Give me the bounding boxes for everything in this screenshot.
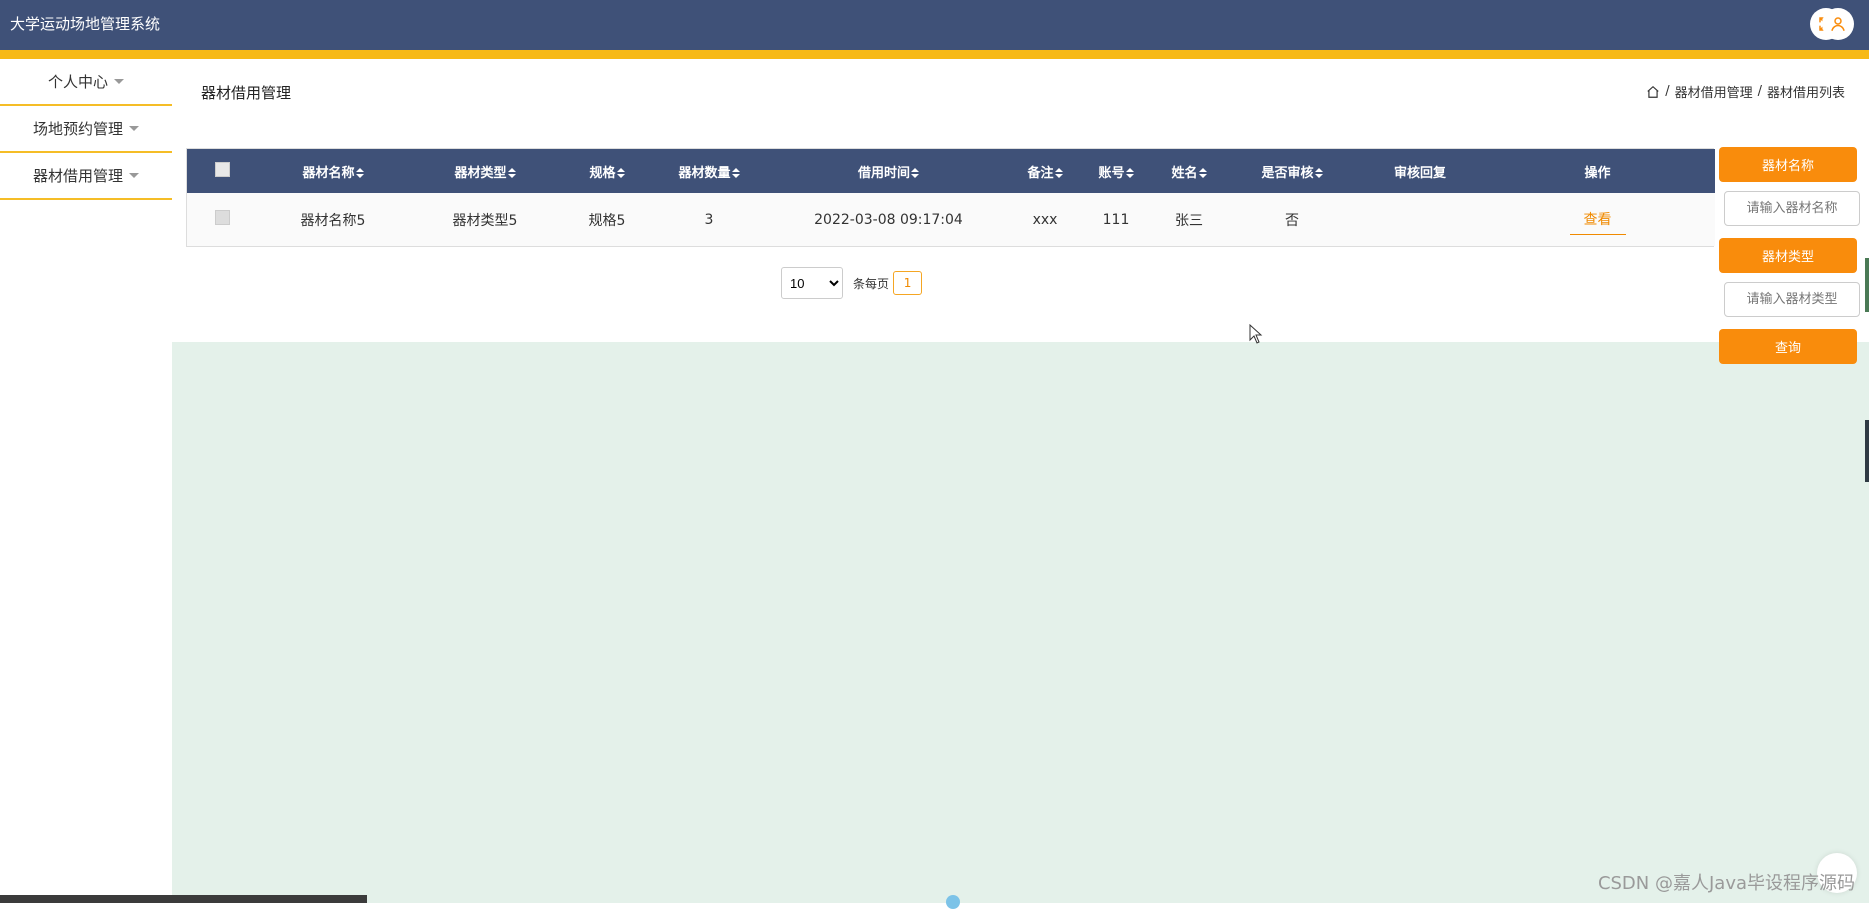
sort-icon	[508, 168, 516, 178]
caret-down-icon	[129, 173, 139, 178]
user-icon[interactable]	[1822, 8, 1854, 40]
sort-icon	[1199, 168, 1207, 178]
scroll-tab[interactable]	[1865, 258, 1869, 312]
scroll-tab[interactable]	[1865, 420, 1869, 482]
sort-icon	[1055, 168, 1063, 178]
floating-dot-icon[interactable]	[946, 895, 960, 909]
search-panel: 器材名称 器材类型 查询	[1719, 147, 1857, 373]
page-size-select[interactable]: 10	[781, 267, 843, 299]
column-header[interactable]: 姓名	[1154, 149, 1224, 193]
row-checkbox[interactable]	[215, 210, 230, 225]
data-table: 器材名称 器材类型 规格 器材数量 借用时间 备注 账号 姓名 是否审核 审核回…	[186, 148, 1714, 247]
sort-icon	[617, 168, 625, 178]
breadcrumb: / 器材借用管理 / 器材借用列表	[1646, 82, 1845, 101]
query-button[interactable]: 查询	[1719, 329, 1857, 364]
pagination: 10 条每页 1	[781, 267, 922, 299]
equipment-name-label: 器材名称	[1719, 147, 1857, 182]
equipment-name-input[interactable]	[1724, 191, 1860, 226]
column-header[interactable]: 备注	[1012, 149, 1078, 193]
column-header: 操作	[1480, 149, 1715, 193]
select-all-checkbox[interactable]	[215, 162, 230, 177]
page-number-current[interactable]: 1	[893, 271, 922, 295]
sidebar-item-personal-center[interactable]: 个人中心	[0, 59, 172, 106]
column-header[interactable]: 器材名称	[257, 149, 409, 193]
sidebar-item-label: 器材借用管理	[33, 165, 123, 186]
top-bar: 大学运动场地管理系统	[0, 0, 1869, 50]
column-header[interactable]: 借用时间	[765, 149, 1012, 193]
column-header[interactable]: 规格	[561, 149, 653, 193]
breadcrumb-item: 器材借用列表	[1767, 82, 1845, 101]
home-icon[interactable]	[1646, 85, 1660, 99]
view-button[interactable]: 查看	[1570, 204, 1626, 235]
cell-type: 器材类型5	[409, 193, 561, 246]
cell-account: 111	[1078, 193, 1154, 246]
cell-quantity: 3	[653, 193, 765, 246]
cell-spec: 规格5	[561, 193, 653, 246]
table-header-row: 器材名称 器材类型 规格 器材数量 借用时间 备注 账号 姓名 是否审核 审核回…	[187, 149, 1715, 193]
cell-person: 张三	[1154, 193, 1224, 246]
cell-borrow-time: 2022-03-08 09:17:04	[765, 193, 1012, 246]
sidebar: 个人中心 场地预约管理 器材借用管理	[0, 59, 172, 200]
cell-remark: xxx	[1012, 193, 1078, 246]
sort-icon	[911, 168, 919, 178]
watermark: CSDN @嘉人Java毕设程序源码	[1598, 869, 1855, 895]
equipment-type-label: 器材类型	[1719, 238, 1857, 273]
caret-down-icon	[114, 79, 124, 84]
column-header[interactable]: 器材类型	[409, 149, 561, 193]
page-title: 器材借用管理	[201, 82, 291, 103]
column-header[interactable]: 器材数量	[653, 149, 765, 193]
cell-reply	[1360, 193, 1480, 246]
table-row: 器材名称5 器材类型5 规格5 3 2022-03-08 09:17:04 xx…	[187, 193, 1715, 246]
cell-name: 器材名称5	[257, 193, 409, 246]
caret-down-icon	[129, 126, 139, 131]
equipment-type-input[interactable]	[1724, 282, 1860, 317]
cell-reviewed: 否	[1224, 193, 1360, 246]
per-page-label: 条每页	[853, 275, 889, 292]
content-background	[172, 342, 1869, 903]
sidebar-item-equipment-borrowing[interactable]: 器材借用管理	[0, 153, 172, 200]
sidebar-item-venue-booking[interactable]: 场地预约管理	[0, 106, 172, 153]
sidebar-item-label: 场地预约管理	[33, 118, 123, 139]
header-accent-stripe	[0, 50, 1869, 59]
column-header[interactable]: 是否审核	[1224, 149, 1360, 193]
sort-icon	[356, 168, 364, 178]
column-header[interactable]: 账号	[1078, 149, 1154, 193]
breadcrumb-item[interactable]: 器材借用管理	[1675, 82, 1753, 101]
sort-icon	[1126, 168, 1134, 178]
mouse-cursor-icon	[1249, 324, 1263, 344]
sort-icon	[732, 168, 740, 178]
sort-icon	[1315, 168, 1323, 178]
app-title: 大学运动场地管理系统	[10, 13, 160, 34]
status-bar	[0, 895, 367, 903]
column-header: 审核回复	[1360, 149, 1480, 193]
sidebar-item-label: 个人中心	[48, 71, 108, 92]
